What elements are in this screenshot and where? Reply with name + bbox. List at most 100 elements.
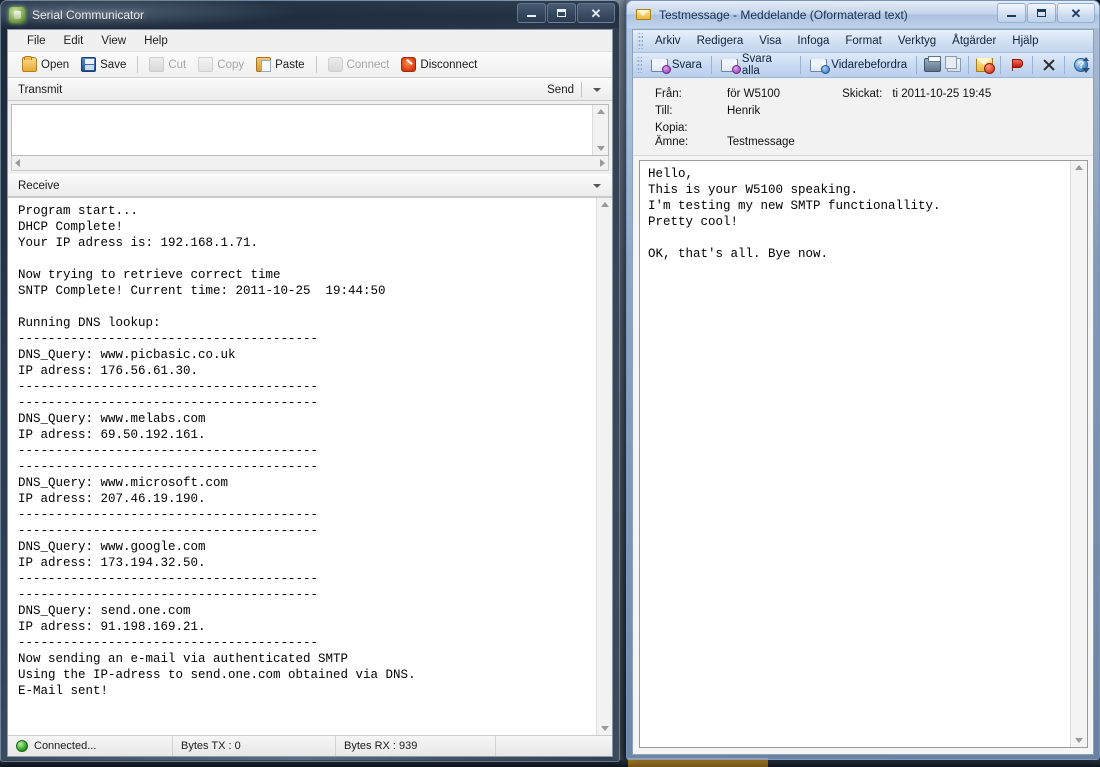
header-row-from: Från: för W5100 Skickat: ti 2011-10-25 1…	[655, 88, 1093, 100]
envelope-icon	[636, 9, 651, 20]
disconnect-label: Disconnect	[420, 59, 477, 71]
toolbar-grip-icon[interactable]	[636, 57, 642, 73]
close-button[interactable]: ✕	[1057, 3, 1095, 23]
send-button[interactable]: Send	[547, 84, 581, 96]
menu-hjalp[interactable]: Hjälp	[1004, 33, 1046, 49]
transmit-label: Transmit	[18, 84, 62, 96]
app-icon	[9, 7, 25, 23]
subject-label: Ämne:	[655, 136, 727, 148]
forward-button[interactable]: Vidarebefordra	[805, 58, 912, 73]
mail-menubar[interactable]: Arkiv Redigera Visa Infoga Format Verkty…	[633, 30, 1093, 53]
menu-format[interactable]: Format	[837, 33, 889, 49]
serial-communicator-window[interactable]: Serial Communicator ✕ File Edit View Hel…	[0, 0, 620, 762]
window-controls[interactable]: ✕	[996, 3, 1095, 23]
menu-atgarder[interactable]: Åtgärder	[944, 33, 1004, 49]
menu-infoga[interactable]: Infoga	[789, 33, 837, 49]
print-icon[interactable]	[924, 58, 941, 72]
minimize-button[interactable]	[997, 3, 1026, 23]
menu-visa[interactable]: Visa	[751, 33, 789, 49]
save-button[interactable]: Save	[75, 56, 132, 73]
receive-vertical-scrollbar[interactable]	[596, 198, 612, 735]
window-title: Serial Communicator	[32, 8, 144, 22]
receive-chevron-down-icon[interactable]	[593, 184, 601, 188]
connection-label: Connected...	[34, 740, 96, 752]
flag-icon[interactable]	[1010, 58, 1023, 72]
scroll-up-icon[interactable]	[597, 109, 605, 114]
connect-button[interactable]: Connect	[322, 56, 396, 73]
cc-label: Kopia:	[655, 122, 727, 134]
mail-message-window[interactable]: Testmessage - Meddelande (Oformaterad te…	[626, 0, 1100, 760]
mail-toolbar[interactable]: Svara Svara alla Vidarebefordra ?	[633, 53, 1093, 78]
scroll-up-icon[interactable]	[601, 202, 609, 207]
maximize-button[interactable]	[1027, 3, 1056, 23]
junk-mail-icon[interactable]	[976, 58, 993, 72]
toolbar-separator-6	[1032, 56, 1033, 74]
scroll-left-icon[interactable]	[15, 159, 20, 167]
toolbar-separator-3	[916, 56, 917, 74]
open-button[interactable]: Open	[16, 56, 75, 73]
paste-label: Paste	[275, 59, 304, 71]
minimize-button[interactable]	[517, 3, 546, 23]
paste-button[interactable]: Paste	[250, 56, 310, 73]
serial-menubar[interactable]: File Edit View Help	[8, 30, 612, 52]
mail-body-vertical-scrollbar[interactable]	[1070, 161, 1087, 747]
from-value: för W5100	[727, 88, 780, 100]
window-controls[interactable]: ✕	[516, 3, 615, 23]
menu-verktyg[interactable]: Verktyg	[890, 33, 944, 49]
forward-label: Vidarebefordra	[831, 59, 907, 71]
header-row-cc: Kopia:	[655, 122, 1093, 134]
menu-help[interactable]: Help	[135, 33, 177, 49]
reply-all-button[interactable]: Svara alla	[716, 52, 796, 78]
menu-arkiv[interactable]: Arkiv	[647, 33, 689, 49]
status-extra	[496, 736, 612, 756]
reply-label: Svara	[672, 59, 702, 71]
menu-redigera[interactable]: Redigera	[689, 33, 752, 49]
transmit-textarea-wrapper[interactable]	[11, 104, 609, 156]
serial-titlebar[interactable]: Serial Communicator ✕	[1, 1, 619, 28]
chevron-down-icon[interactable]	[593, 88, 601, 92]
reply-all-icon	[721, 59, 738, 72]
cut-button[interactable]: Cut	[143, 56, 192, 73]
transmit-horizontal-scrollbar[interactable]	[11, 156, 609, 171]
toolbar-separator-2	[316, 56, 317, 73]
scroll-down-icon[interactable]	[601, 726, 609, 731]
menubar-grip-icon[interactable]	[637, 33, 643, 49]
copy-icon[interactable]	[947, 58, 962, 72]
scroll-down-icon[interactable]	[1075, 738, 1083, 743]
serial-toolbar[interactable]: Open Save Cut Copy Paste Connec	[8, 52, 612, 78]
mail-body-wrapper[interactable]: Hello, This is your W5100 speaking. I'm …	[639, 160, 1088, 748]
toolbar-separator-2	[800, 56, 801, 74]
copy-button[interactable]: Copy	[192, 56, 250, 73]
toolbar-separator	[711, 56, 712, 74]
mail-titlebar[interactable]: Testmessage - Meddelande (Oformaterad te…	[627, 1, 1099, 28]
scroll-right-icon[interactable]	[600, 159, 605, 167]
toolbar-overflow-button[interactable]	[1080, 54, 1092, 76]
floppy-disk-icon	[81, 57, 96, 72]
delete-x-icon[interactable]	[1042, 58, 1056, 72]
from-label: Från:	[655, 88, 727, 100]
close-icon: ✕	[591, 7, 602, 20]
transmit-input[interactable]	[12, 105, 592, 155]
close-button[interactable]: ✕	[577, 3, 615, 23]
reply-button[interactable]: Svara	[646, 58, 707, 73]
maximize-button[interactable]	[547, 3, 576, 23]
copy-icon	[198, 57, 213, 72]
disconnect-button[interactable]: Disconnect	[395, 56, 483, 73]
menu-edit[interactable]: Edit	[55, 33, 93, 49]
toolbar-separator	[137, 56, 138, 73]
scroll-up-icon[interactable]	[1075, 165, 1083, 170]
folder-open-icon	[22, 57, 37, 72]
to-label: Till:	[655, 105, 727, 117]
minimize-icon	[1007, 15, 1016, 17]
save-label: Save	[100, 59, 126, 71]
transmit-vertical-scrollbar[interactable]	[592, 105, 608, 155]
maximize-icon	[557, 9, 566, 17]
to-value: Henrik	[727, 105, 760, 117]
status-bytes-rx: Bytes RX : 939	[336, 736, 496, 756]
menu-view[interactable]: View	[92, 33, 135, 49]
maximize-icon	[1037, 9, 1046, 17]
scroll-down-icon[interactable]	[597, 146, 605, 151]
menu-file[interactable]: File	[18, 33, 55, 49]
subject-value: Testmessage	[727, 136, 795, 148]
serial-statusbar: Connected... Bytes TX : 0 Bytes RX : 939	[8, 735, 612, 756]
